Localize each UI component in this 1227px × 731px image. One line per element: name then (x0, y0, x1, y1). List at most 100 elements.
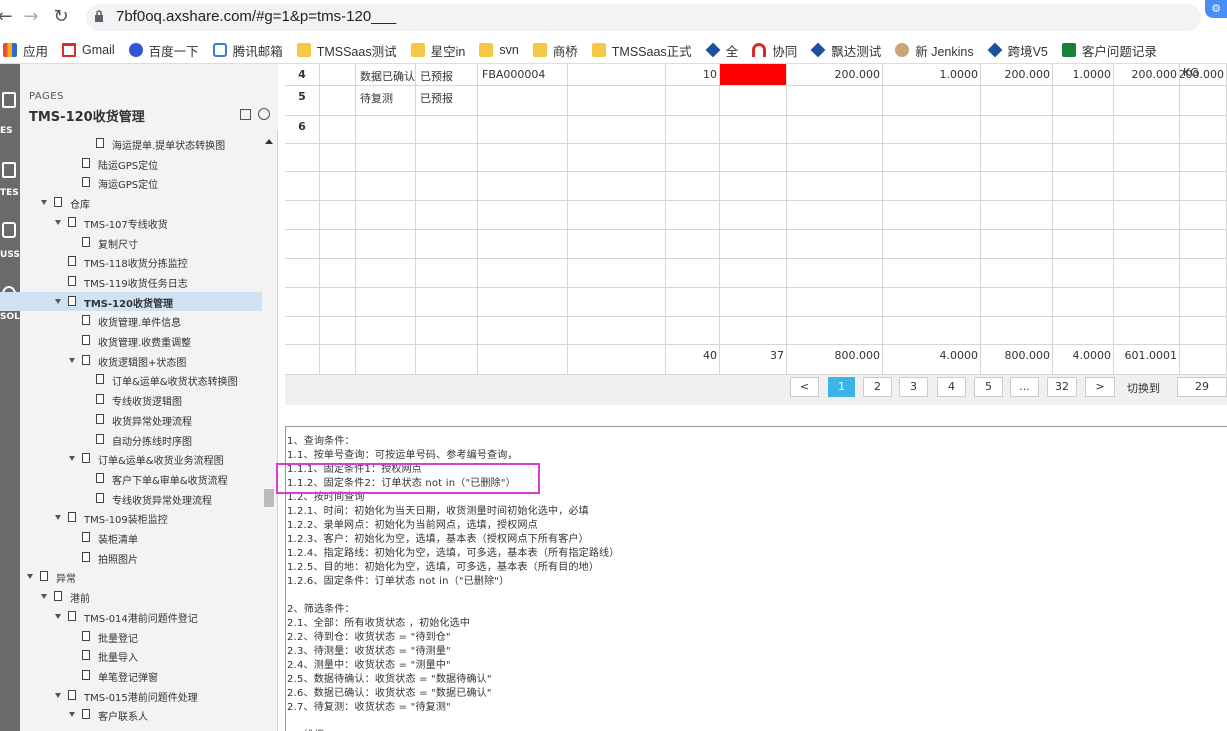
tree-item[interactable]: 装柜清单 (20, 528, 262, 547)
tree-item[interactable]: 仓库 (20, 193, 262, 212)
tree-item[interactable]: 收货异常处理流程 (20, 410, 262, 429)
bookmark-item[interactable]: 跨境V5 (981, 38, 1055, 62)
tree-item[interactable]: 拍照图片 (20, 548, 262, 567)
table-cell (320, 116, 356, 144)
table-cell (568, 144, 666, 172)
forward-icon[interactable]: → (20, 6, 42, 28)
scroll-thumb[interactable] (264, 489, 274, 507)
page-button[interactable]: ... (1010, 377, 1039, 397)
bookmark-item[interactable]: svn (472, 38, 525, 62)
page-button[interactable]: 2 (863, 377, 892, 397)
bookmark-item[interactable]: 商桥 (526, 38, 585, 62)
tree-item[interactable]: TMS-118收货分拣监控 (20, 252, 262, 271)
tree-item[interactable]: 订单&运单&收货业务流程图 (20, 449, 262, 468)
scroll-up-icon[interactable] (265, 139, 273, 144)
tree-item[interactable]: TMS-014港前问题件登记 (20, 607, 262, 626)
bookmark-item[interactable]: TMSSaas测试 (290, 38, 404, 62)
bookmark-item[interactable]: 协同 (745, 38, 804, 62)
tree-item[interactable]: TMS-109装柜监控 (20, 508, 262, 527)
tree-scrollbar[interactable] (263, 136, 275, 726)
bookmark-label: Gmail (82, 43, 115, 57)
tree-item[interactable]: 海运提单.提单状态转换图 (20, 134, 262, 153)
bookmark-item[interactable]: 飘达测试 (804, 38, 888, 62)
search-icon[interactable] (258, 108, 270, 120)
bookmark-item[interactable]: 全 (699, 38, 746, 62)
page-button[interactable]: 3 (899, 377, 928, 397)
tree-item[interactable]: TMS-107专线收货 (20, 213, 262, 232)
notes-icon[interactable] (2, 162, 16, 178)
tree-item[interactable]: 收货逻辑图+状态图 (20, 351, 262, 370)
tree-item[interactable]: 自动分拣线时序图 (20, 430, 262, 449)
tree-item[interactable]: 复制尺寸 (20, 233, 262, 252)
table-cell (320, 288, 356, 317)
prev-page-button[interactable]: < (790, 377, 819, 397)
expand-toggle-icon[interactable] (55, 613, 61, 619)
tree-item[interactable]: TMS-015港前问题件处理 (20, 686, 262, 705)
tree-item[interactable]: 港前 (20, 587, 262, 606)
table-cell (478, 317, 568, 345)
table-cell (1180, 116, 1227, 144)
extension-icon[interactable]: ⚙ (1205, 0, 1227, 18)
table-cell: 已预报 (416, 64, 478, 86)
bookmark-item[interactable]: 客户问题记录 (1055, 38, 1164, 62)
expand-toggle-icon[interactable] (41, 594, 47, 600)
bookmark-item[interactable]: 百度一下 (122, 38, 206, 62)
bookmark-item[interactable]: 腾讯邮箱 (206, 38, 290, 62)
tree-item[interactable]: 收货管理.单件信息 (20, 311, 262, 330)
back-icon[interactable]: ← (0, 6, 16, 28)
tree-item[interactable]: 客户联系人 (20, 705, 262, 724)
reload-icon[interactable]: ↻ (50, 6, 72, 28)
bookmark-item[interactable]: 新 Jenkins (888, 38, 980, 62)
table-cell (666, 201, 720, 230)
table-cell (720, 86, 787, 116)
tree-item[interactable]: 海运GPS定位 (20, 173, 262, 192)
expand-toggle-icon[interactable] (69, 357, 75, 363)
table-cell: 4 (285, 64, 320, 86)
discuss-icon[interactable] (2, 222, 16, 238)
expand-toggle-icon[interactable] (41, 200, 47, 206)
expand-toggle-icon[interactable] (69, 712, 75, 718)
pages-icon[interactable] (2, 92, 16, 108)
tree-item[interactable]: 陆运GPS定位 (20, 154, 262, 173)
page-button[interactable]: 32 (1047, 377, 1077, 397)
page-button[interactable]: 4 (937, 377, 966, 397)
table-cell (416, 345, 478, 375)
tree-item[interactable]: 专线收货异常处理流程 (20, 489, 262, 508)
expand-toggle-icon[interactable] (69, 456, 75, 462)
tree-item[interactable]: 异常 (20, 567, 262, 586)
bookmark-item[interactable]: 应用 (0, 38, 55, 62)
tree-item[interactable]: 专线收货逻辑图 (20, 390, 262, 409)
table-cell (416, 259, 478, 288)
tree-item[interactable]: 收货管理.收费重调整 (20, 331, 262, 350)
tree-item-label: 收货异常处理流程 (112, 416, 192, 428)
page-button[interactable]: 1 (828, 377, 855, 397)
page-button[interactable]: 5 (974, 377, 1003, 397)
expand-toggle-icon[interactable] (55, 298, 61, 304)
tree-item[interactable]: 单笔登记弹窗 (20, 666, 262, 685)
tree-item[interactable]: 批量登记 (20, 627, 262, 646)
address-bar[interactable]: 7bf0oq.axshare.com/#g=1&p=tms-120___ (86, 4, 1201, 31)
tree-item[interactable]: 订单&运单&收货状态转换图 (20, 370, 262, 389)
expand-toggle-icon[interactable] (55, 515, 61, 521)
tree-item[interactable]: 批量导入 (20, 646, 262, 665)
table-cell (320, 345, 356, 375)
expand-toggle-icon[interactable] (27, 574, 33, 580)
bookmark-item[interactable]: Gmail (55, 38, 122, 62)
edit-icon[interactable] (240, 109, 251, 120)
table-cell (568, 345, 666, 375)
next-page-button[interactable]: > (1085, 377, 1115, 397)
bookmark-item[interactable]: TMSSaas正式 (585, 38, 699, 62)
page-icon (82, 630, 90, 641)
expand-toggle-icon[interactable] (55, 692, 61, 698)
tree-item[interactable]: 客户下单&审单&收货流程 (20, 469, 262, 488)
project-title: TMS-120收货管理 (29, 110, 145, 125)
bookmark-item[interactable]: 星空in (404, 38, 473, 62)
folder-icon (532, 43, 547, 57)
tree-item[interactable]: TMS-119收货任务日志 (20, 272, 262, 291)
page-icon (96, 492, 104, 503)
row-checkbox-cell[interactable] (320, 64, 356, 86)
tree-item[interactable]: TMS-120收货管理 (0, 291, 262, 311)
table-cell (1114, 172, 1180, 201)
expand-toggle-icon[interactable] (55, 219, 61, 225)
goto-page-input[interactable]: 29 (1177, 377, 1227, 397)
